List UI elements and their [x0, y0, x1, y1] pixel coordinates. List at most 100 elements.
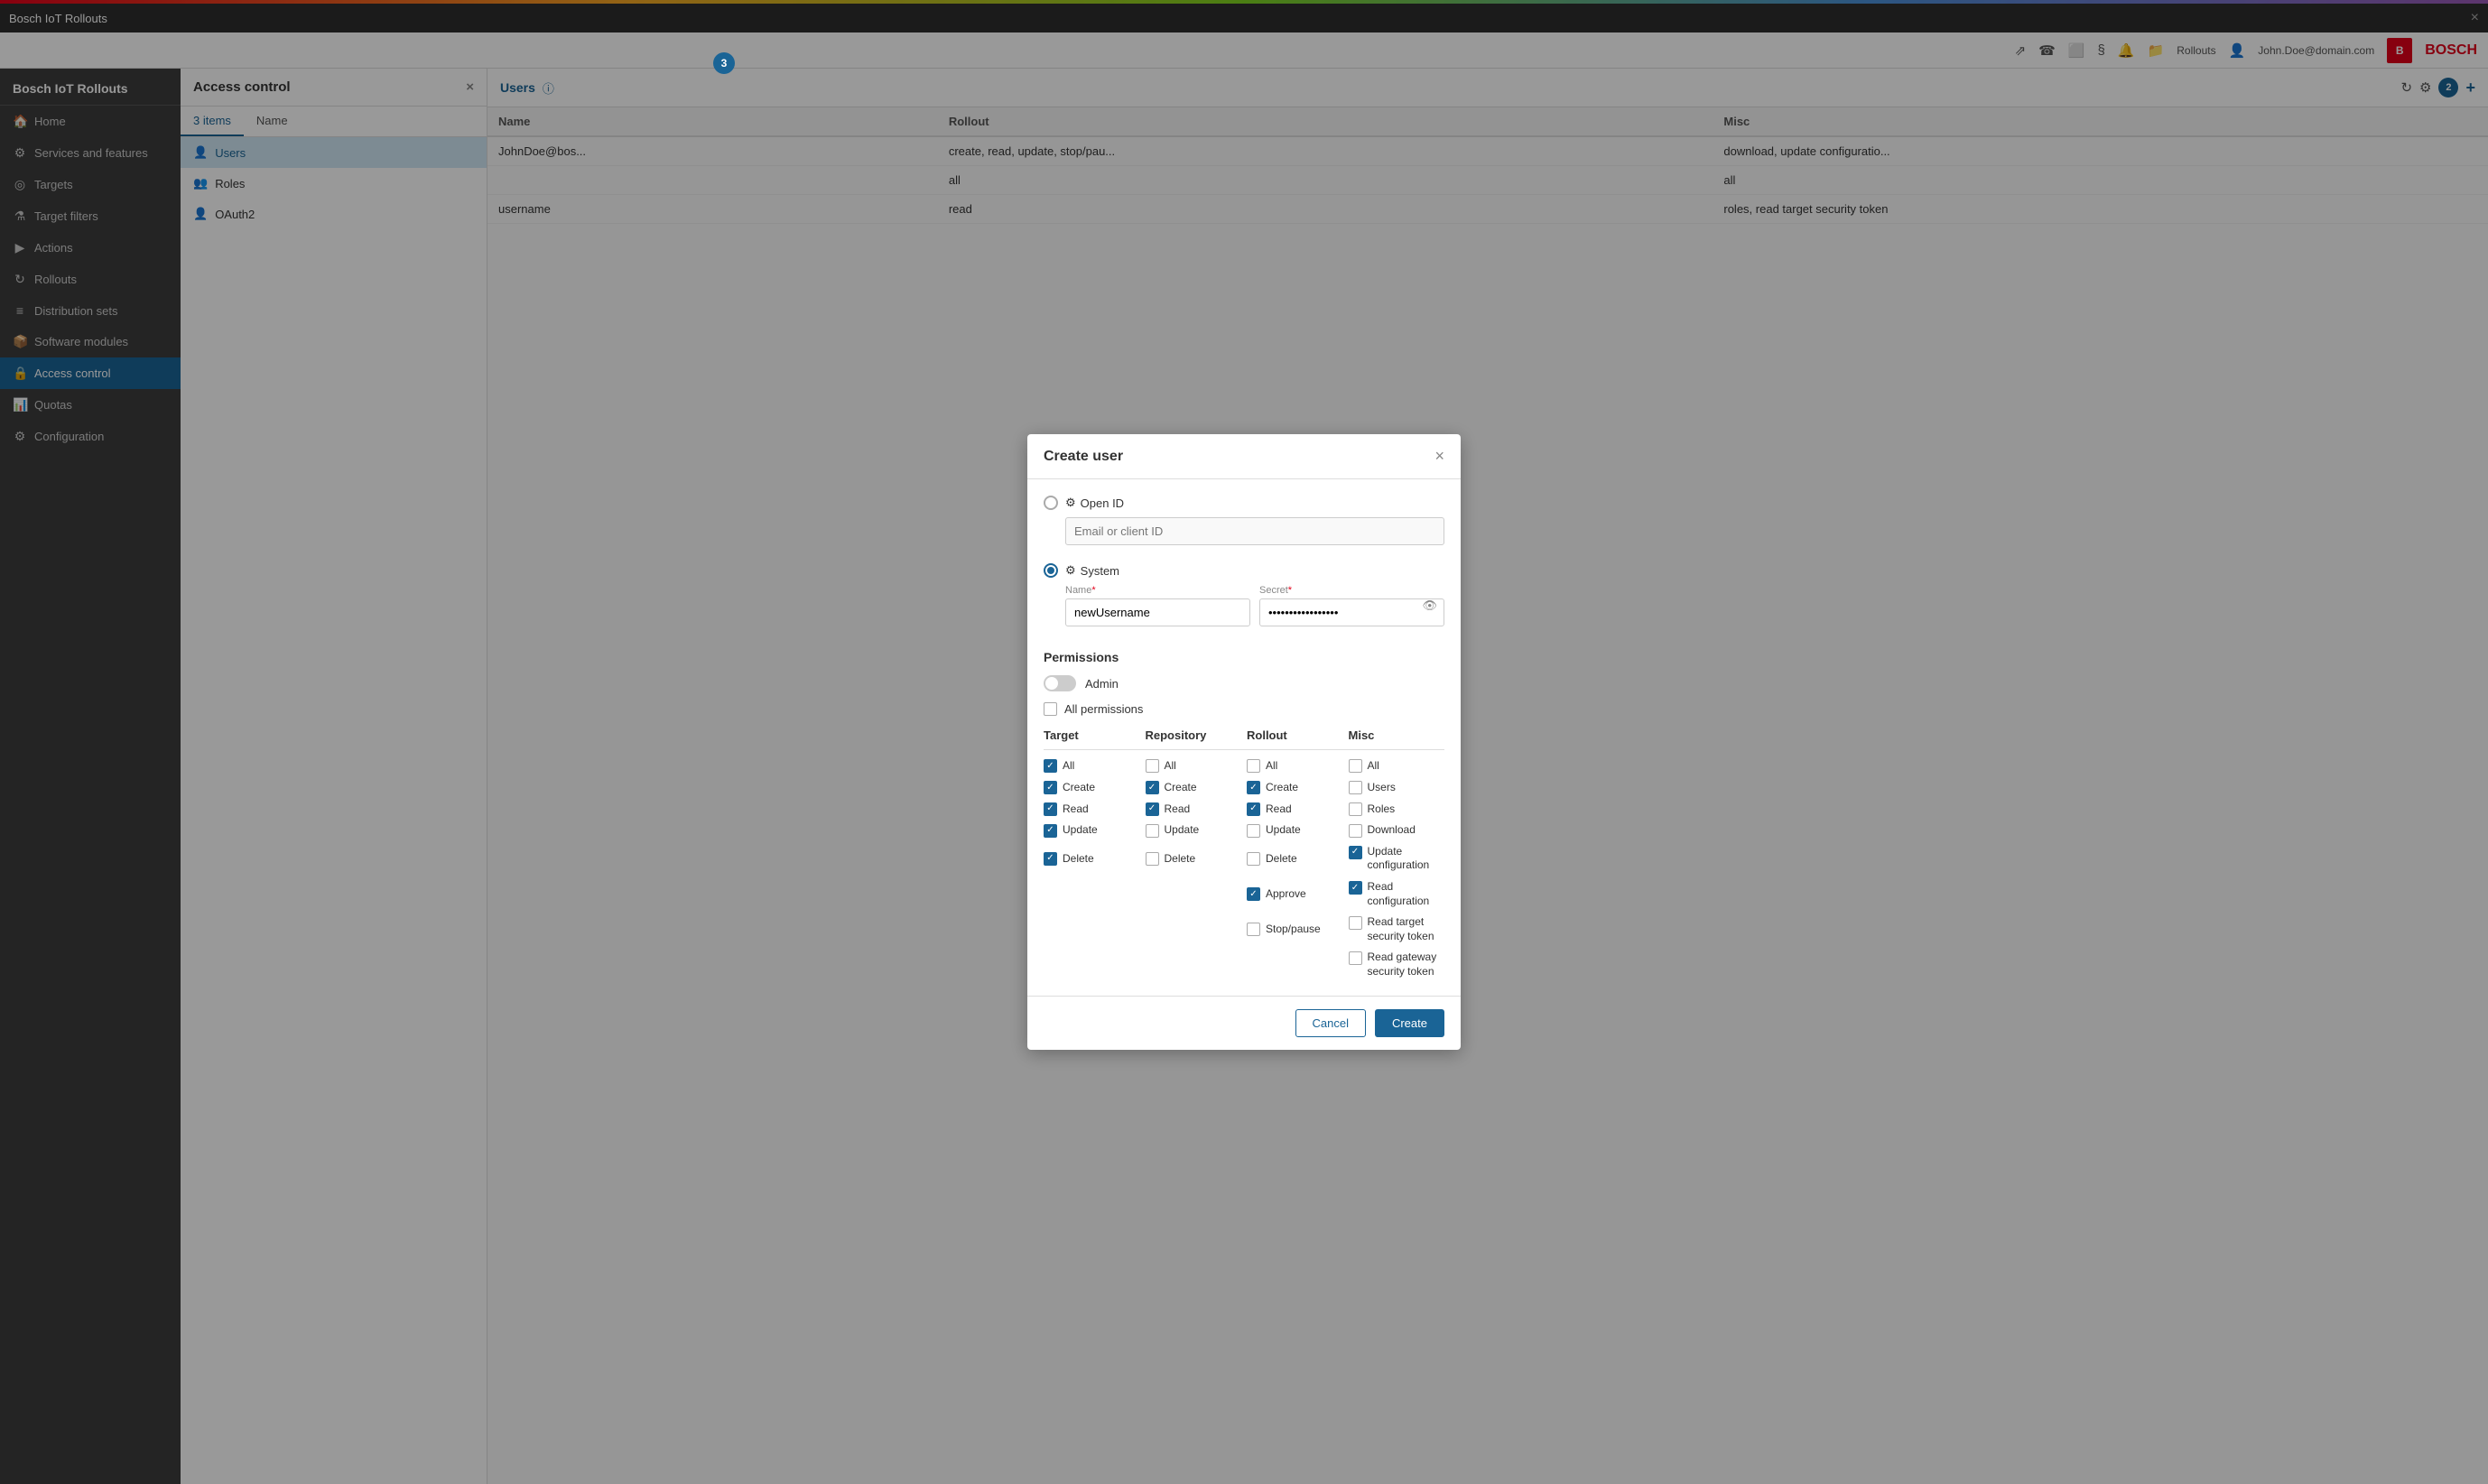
target-delete-cell: Delete [1044, 845, 1140, 873]
permissions-grid: Create Create Create Users [1044, 781, 1444, 979]
dialog-body: ⚙ Open ID ⚙ System [1027, 479, 1461, 995]
show-secret-icon[interactable]: 👁 [1422, 598, 1437, 613]
target-update-label: Update [1063, 823, 1098, 838]
misc-download-checkbox[interactable] [1349, 824, 1362, 838]
system-fields: Name* Secret* 👁 [1065, 585, 1444, 637]
repository-all-cell: All [1146, 759, 1242, 774]
repository-all-label: All [1165, 759, 1176, 774]
name-label: Name* [1065, 585, 1250, 596]
rollout-stop-cell: Stop/pause [1247, 915, 1343, 943]
rollout-approve-label: Approve [1266, 887, 1306, 902]
perm-separator [1044, 749, 1444, 750]
misc-all-label: All [1368, 759, 1379, 774]
open-id-radio[interactable] [1044, 496, 1058, 510]
cancel-button[interactable]: Cancel [1295, 1009, 1366, 1037]
repository-empty-3-cell [1146, 951, 1242, 979]
misc-download-cell: Download [1349, 823, 1445, 838]
auth-type-radio-group: ⚙ Open ID ⚙ System [1044, 496, 1444, 637]
target-read-cell: Read [1044, 802, 1140, 817]
rollout-create-checkbox[interactable] [1247, 781, 1260, 794]
misc-read-gateway-token-checkbox[interactable] [1349, 951, 1362, 965]
permissions-header-row: Target Repository Rollout Misc [1044, 728, 1444, 742]
target-update-checkbox[interactable] [1044, 824, 1057, 838]
repository-create-label: Create [1165, 781, 1197, 795]
create-button[interactable]: Create [1375, 1009, 1444, 1037]
repository-update-cell: Update [1146, 823, 1242, 838]
dialog-title: Create user [1044, 449, 1123, 465]
misc-read-gateway-token-label: Read gateway security token [1368, 951, 1445, 979]
secret-field-container: Secret* 👁 [1259, 585, 1444, 626]
rollout-read-label: Read [1266, 802, 1292, 817]
repository-empty-2-cell [1146, 915, 1242, 943]
repository-all-checkbox[interactable] [1146, 759, 1159, 773]
rollout-update-checkbox[interactable] [1247, 824, 1260, 838]
rollout-update-label: Update [1266, 823, 1301, 838]
rollout-empty-cell [1247, 951, 1343, 979]
repository-delete-label: Delete [1165, 852, 1196, 867]
admin-toggle[interactable] [1044, 675, 1076, 691]
misc-header: Misc [1349, 728, 1445, 742]
misc-roles-label: Roles [1368, 802, 1396, 817]
name-field-container: Name* [1065, 585, 1250, 626]
system-radio[interactable] [1044, 563, 1058, 578]
all-permissions-checkbox[interactable] [1044, 702, 1057, 716]
target-delete-checkbox[interactable] [1044, 852, 1057, 866]
misc-update-config-checkbox[interactable] [1349, 846, 1362, 859]
open-id-radio-option[interactable]: ⚙ Open ID [1044, 496, 1444, 510]
misc-all-checkbox[interactable] [1349, 759, 1362, 773]
rollout-stop-checkbox[interactable] [1247, 923, 1260, 936]
open-id-icon: ⚙ [1065, 496, 1076, 510]
target-create-checkbox[interactable] [1044, 781, 1057, 794]
rollout-approve-checkbox[interactable] [1247, 887, 1260, 901]
rollout-all-cell: All [1247, 759, 1343, 774]
target-all-checkbox[interactable] [1044, 759, 1057, 773]
system-radio-option[interactable]: ⚙ System [1044, 563, 1444, 578]
misc-download-label: Download [1368, 823, 1416, 838]
misc-update-config-cell: Update configuration [1349, 845, 1445, 873]
misc-roles-cell: Roles [1349, 802, 1445, 817]
secret-required: * [1288, 585, 1292, 596]
rollout-all-label: All [1266, 759, 1277, 774]
repository-create-checkbox[interactable] [1146, 781, 1159, 794]
rollout-all-checkbox[interactable] [1247, 759, 1260, 773]
target-all-cell: All [1044, 759, 1140, 774]
rollout-create-label: Create [1266, 781, 1298, 795]
email-input[interactable] [1065, 517, 1444, 545]
target-read-label: Read [1063, 802, 1089, 817]
perm-all-row: All All All All [1044, 759, 1444, 774]
target-all-label: All [1063, 759, 1074, 774]
secret-label: Secret* [1259, 585, 1444, 596]
username-input[interactable] [1065, 598, 1250, 626]
misc-read-config-checkbox[interactable] [1349, 881, 1362, 895]
misc-users-label: Users [1368, 781, 1396, 795]
target-header: Target [1044, 728, 1140, 742]
dialog-header: Create user × [1027, 434, 1461, 479]
open-id-section: ⚙ Open ID [1044, 496, 1444, 554]
dialog-close-button[interactable]: × [1434, 447, 1444, 466]
system-label: ⚙ System [1065, 563, 1119, 578]
repository-empty-cell [1146, 880, 1242, 908]
repository-header: Repository [1146, 728, 1242, 742]
misc-roles-checkbox[interactable] [1349, 802, 1362, 816]
misc-read-target-token-checkbox[interactable] [1349, 916, 1362, 930]
all-permissions-label: All permissions [1064, 702, 1143, 716]
target-empty-3-cell [1044, 951, 1140, 979]
permissions-title: Permissions [1044, 650, 1444, 664]
rollout-create-cell: Create [1247, 781, 1343, 795]
name-required: * [1091, 585, 1095, 596]
repository-read-checkbox[interactable] [1146, 802, 1159, 816]
repository-delete-cell: Delete [1146, 845, 1242, 873]
system-section: ⚙ System Name* Secre [1044, 563, 1444, 637]
misc-users-checkbox[interactable] [1349, 781, 1362, 794]
target-read-checkbox[interactable] [1044, 802, 1057, 816]
repository-delete-checkbox[interactable] [1146, 852, 1159, 866]
target-update-cell: Update [1044, 823, 1140, 838]
rollout-approve-cell: Approve [1247, 880, 1343, 908]
repository-update-checkbox[interactable] [1146, 824, 1159, 838]
misc-read-target-token-cell: Read target security token [1349, 915, 1445, 943]
step-badge-3: 3 [713, 52, 735, 74]
rollout-delete-checkbox[interactable] [1247, 852, 1260, 866]
step-badge-3-container: 3 [713, 52, 735, 74]
secret-input[interactable] [1259, 598, 1444, 626]
rollout-read-checkbox[interactable] [1247, 802, 1260, 816]
